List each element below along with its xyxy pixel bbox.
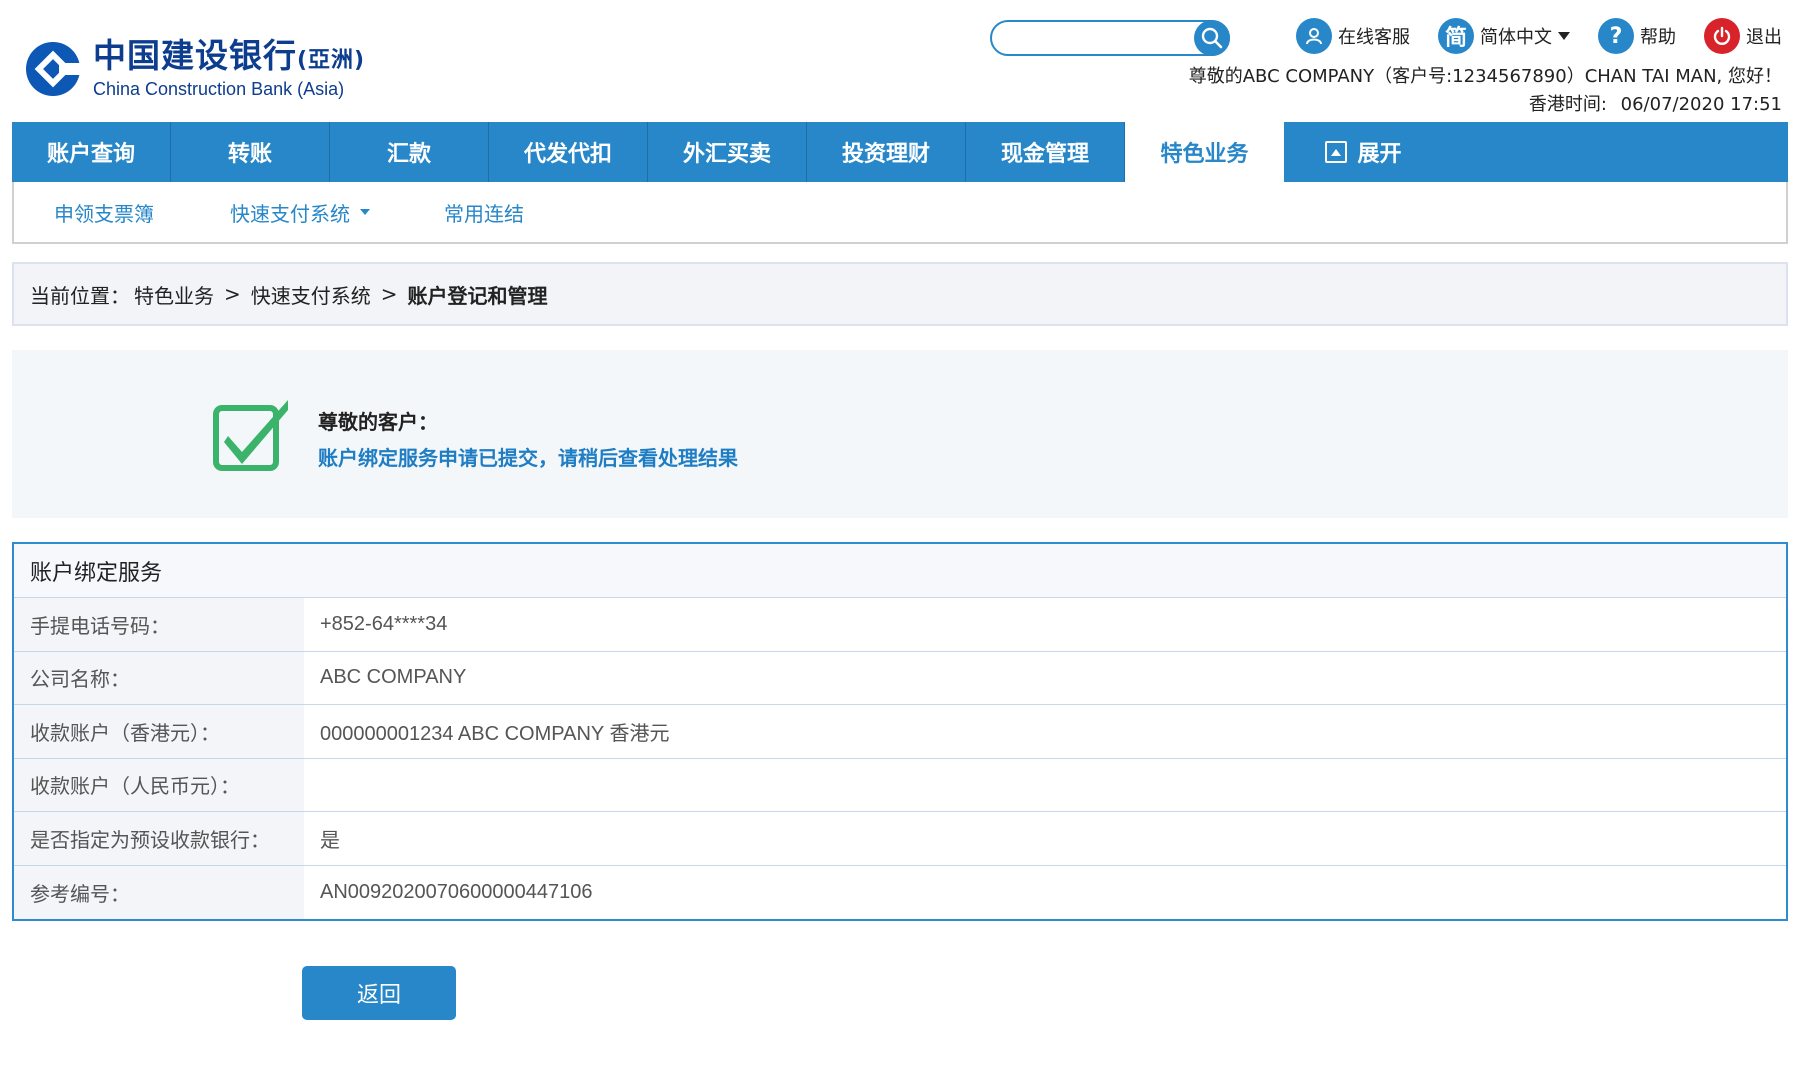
row-label: 收款账户（香港元）： (14, 705, 304, 758)
row-label: 收款账户（人民币元）： (14, 758, 304, 811)
row-label: 公司名称： (14, 651, 304, 704)
nav-cash-management[interactable]: 现金管理 (966, 122, 1125, 182)
subnav-common-links-label: 常用连结 (444, 201, 524, 226)
bank-logo[interactable]: 中国建设银行(亞洲) China Construction Bank (Asia… (25, 38, 365, 99)
sub-nav: 申领支票簿 快速支付系统 常用连结 (12, 182, 1788, 244)
nav-payroll[interactable]: 代发代扣 (489, 122, 648, 182)
help-label: 帮助 (1640, 27, 1676, 48)
row-label: 参考编号： (14, 865, 304, 919)
hk-time-value: 06/07/2020 17:51 (1620, 94, 1782, 115)
row-value: 000000001234 ABC COMPANY 香港元 (320, 722, 670, 745)
breadcrumb-current: 账户登记和管理 (407, 283, 548, 308)
breadcrumb-separator: > (224, 282, 241, 306)
subnav-fps-label: 快速支付系统 (230, 201, 350, 226)
brand-name-en: China Construction Bank (Asia) (93, 79, 345, 99)
back-button[interactable]: 返回 (302, 966, 456, 1020)
simplified-chinese-icon: 简 (1438, 18, 1474, 54)
language-selector[interactable]: 简 简体中文 (1438, 18, 1570, 54)
user-greeting: 尊敬的ABC COMPANY（客户号:1234567890）CHAN TAI M… (1188, 66, 1782, 87)
row-value: AN0092020070600000447106 (320, 880, 593, 903)
subnav-common-links[interactable]: 常用连结 (444, 198, 524, 227)
nav-investment[interactable]: 投资理财 (807, 122, 966, 182)
table-row: 收款账户（香港元）： 000000001234 ABC COMPANY 香港元 (14, 705, 1786, 759)
main-nav: 账户查询 转账 汇款 代发代扣 外汇买卖 投资理财 现金管理 特色业务 展开 (12, 122, 1788, 182)
row-label: 是否指定为预设收款银行： (14, 812, 304, 865)
table-row: 公司名称： ABC COMPANY (14, 651, 1786, 705)
nav-featured-services[interactable]: 特色业务 (1125, 122, 1284, 182)
breadcrumb-separator: > (380, 282, 398, 306)
hk-time: 香港时间: 06/07/2020 17:51 (1529, 90, 1782, 116)
logo-text: 中国建设银行(亞洲) China Construction Bank (Asia… (93, 36, 366, 100)
row-value: +852-64****34 (320, 612, 448, 635)
help-link[interactable]: ? 帮助 (1598, 18, 1676, 54)
checkbox-check-icon (213, 400, 288, 471)
language-label: 简体中文 (1480, 27, 1552, 48)
user-support-icon (1296, 18, 1332, 54)
help-icon: ? (1598, 18, 1634, 54)
caret-down-icon (1558, 32, 1570, 40)
table-row: 手提电话号码： +852-64****34 (14, 598, 1786, 652)
row-label: 手提电话号码： (14, 598, 304, 651)
subnav-fps[interactable]: 快速支付系统 (230, 198, 370, 227)
breadcrumb-prefix: 当前位置： (30, 283, 130, 308)
page-header: 中国建设银行(亞洲) China Construction Bank (Asia… (0, 0, 1800, 120)
top-links: 在线客服 简 简体中文 ? 帮助 退出 (1268, 18, 1782, 54)
search-button[interactable] (1194, 20, 1230, 56)
breadcrumb-item[interactable]: 快速支付系统 (251, 280, 371, 309)
nav-fx-trading[interactable]: 外汇买卖 (648, 122, 807, 182)
expand-icon (1325, 141, 1348, 163)
nav-remittance[interactable]: 汇款 (330, 122, 489, 182)
table-row: 参考编号： AN0092020070600000447106 (14, 865, 1786, 919)
nav-expand-button[interactable]: 展开 (1284, 122, 1443, 182)
subnav-cheque-book-label: 申领支票簿 (54, 201, 154, 226)
logout-link[interactable]: 退出 (1704, 18, 1782, 54)
success-panel: 尊敬的客户： 账户绑定服务申请已提交，请稍后查看处理结果 (12, 350, 1788, 518)
hk-time-label: 香港时间: (1528, 94, 1607, 115)
binding-info-table: 账户绑定服务 手提电话号码： +852-64****34 公司名称： ABC C… (12, 542, 1788, 921)
search-box (990, 20, 1230, 56)
power-icon (1704, 18, 1740, 54)
ccb-logo-icon (26, 41, 81, 96)
breadcrumb-item[interactable]: 特色业务 (134, 280, 214, 309)
breadcrumb: 当前位置： 特色业务 > 快速支付系统 > 账户登记和管理 (12, 262, 1788, 326)
search-input[interactable] (1004, 27, 1184, 49)
subnav-cheque-book[interactable]: 申领支票簿 (54, 198, 154, 227)
table-row: 收款账户（人民币元）： (14, 758, 1786, 812)
nav-account-inquiry[interactable]: 账户查询 (12, 122, 171, 182)
logout-label: 退出 (1746, 27, 1782, 48)
search-icon (1201, 27, 1223, 49)
table-title: 账户绑定服务 (14, 544, 1786, 598)
row-value (304, 759, 1786, 812)
nav-transfer[interactable]: 转账 (171, 122, 330, 182)
row-value: 是 (320, 829, 340, 852)
brand-name-suffix: (亞洲) (297, 48, 366, 73)
table-row: 是否指定为预设收款银行： 是 (14, 812, 1786, 866)
online-service-label: 在线客服 (1338, 27, 1410, 48)
online-service-link[interactable]: 在线客服 (1296, 18, 1410, 54)
row-value: ABC COMPANY (320, 666, 467, 689)
success-title: 尊敬的客户： (318, 410, 438, 434)
success-message: 账户绑定服务申请已提交，请稍后查看处理结果 (318, 446, 738, 470)
brand-name-cn: 中国建设银行 (93, 36, 297, 75)
chevron-down-icon (360, 209, 370, 215)
nav-expand-label: 展开 (1357, 142, 1402, 167)
